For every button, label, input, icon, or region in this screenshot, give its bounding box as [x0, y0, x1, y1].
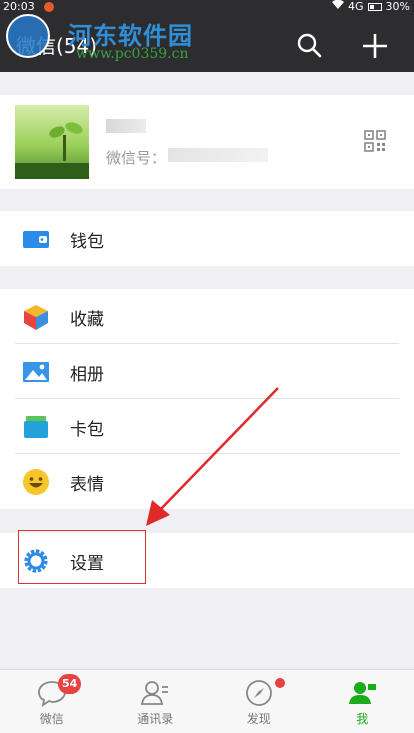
contacts-icon: [141, 681, 169, 705]
photo-album-icon: [23, 362, 49, 382]
tab-chats[interactable]: 54 微信: [0, 670, 104, 733]
menu-item-label: 相册: [70, 365, 104, 385]
wallet-group: 钱包: [0, 211, 414, 266]
tab-me[interactable]: 我: [311, 670, 414, 733]
smiley-icon: [23, 469, 49, 495]
wifi-icon: [332, 0, 345, 14]
favorites-cube-icon: [24, 305, 48, 330]
battery-level: 30%: [385, 0, 410, 13]
card-package-icon: [24, 416, 48, 438]
menu-item-stickers[interactable]: 表情: [0, 454, 414, 509]
battery-icon: [367, 3, 382, 11]
menu-item-label: 收藏: [70, 310, 104, 330]
wechat-id-redacted: [168, 148, 268, 162]
menu-item-label: 表情: [70, 475, 104, 495]
network-type: 4G: [348, 0, 364, 13]
person-icon: [349, 682, 377, 704]
menu-item-label: 卡包: [70, 420, 104, 440]
profile-name-redacted: [106, 119, 146, 133]
notification-icon: [44, 2, 54, 12]
add-icon[interactable]: [361, 32, 389, 60]
tab-label: 通讯录: [137, 712, 174, 726]
menu-item-album[interactable]: 相册: [0, 344, 414, 399]
tab-label: 微信: [39, 712, 64, 726]
status-time: 20:03: [3, 0, 35, 13]
content-group: 收藏 相册 卡包 表情: [0, 289, 414, 509]
status-bar: 20:03 4G 30%: [0, 0, 414, 14]
menu-item-favorites[interactable]: 收藏: [0, 289, 414, 344]
settings-highlight-box: [18, 530, 146, 584]
header-bar: 微信(54): [0, 14, 414, 72]
new-content-dot: [275, 678, 285, 688]
status-right: 4G 30%: [332, 0, 410, 14]
watermark: 河东软件园 www.pc0359.cn: [6, 14, 192, 62]
tab-label: 发现: [246, 712, 271, 726]
qr-code-icon[interactable]: [364, 130, 386, 152]
wechat-id-label: 微信号：: [106, 149, 167, 167]
menu-item-cards[interactable]: 卡包: [0, 399, 414, 454]
avatar[interactable]: [15, 105, 89, 179]
menu-item-label: 钱包: [70, 232, 104, 252]
compass-icon: [245, 680, 272, 706]
tab-contacts[interactable]: 通讯录: [104, 670, 208, 733]
tab-discover[interactable]: 发现: [207, 670, 311, 733]
wallet-icon: [23, 231, 49, 248]
bottom-tab-bar: 54 微信 通讯录 发现 我: [0, 669, 414, 733]
profile-card[interactable]: 微信号：: [0, 95, 414, 189]
tab-label: 我: [356, 712, 369, 726]
menu-item-wallet[interactable]: 钱包: [0, 211, 414, 266]
watermark-url: www.pc0359.cn: [76, 46, 189, 62]
unread-badge: 54: [58, 674, 82, 694]
search-icon[interactable]: [296, 32, 322, 58]
watermark-logo: [6, 14, 50, 58]
